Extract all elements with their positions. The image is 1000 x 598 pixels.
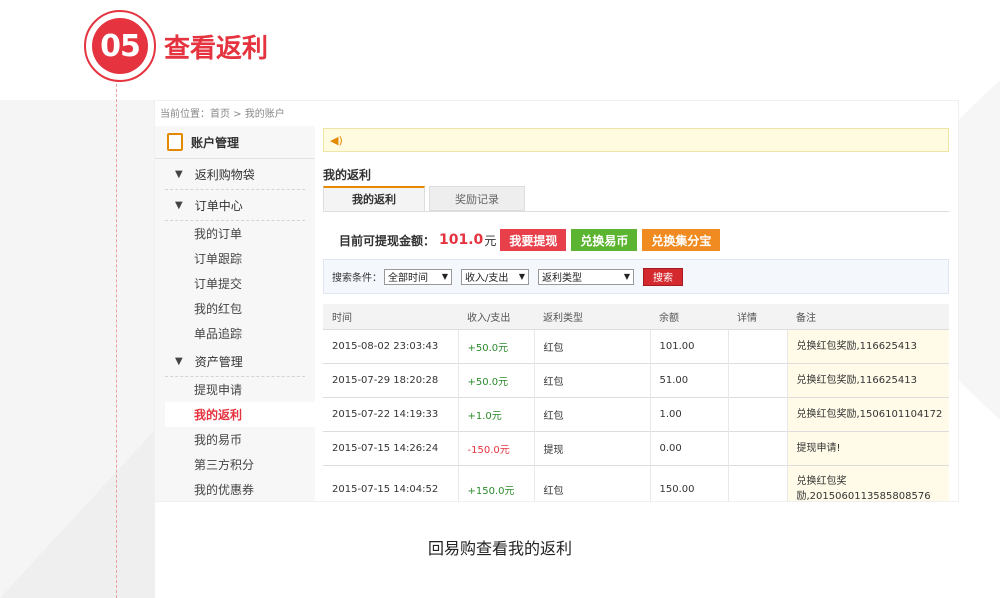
tab-reward-records[interactable]: 奖励记录	[429, 186, 525, 211]
income-expense-value: 收入/支出	[465, 273, 509, 284]
cell-type: 红包	[534, 363, 651, 398]
sidebar-section-label: 订单中心	[194, 198, 243, 213]
cell-details[interactable]	[728, 329, 788, 364]
cell-remark: 兑换红包奖励,1506101104172	[787, 397, 949, 432]
cell-balance: 0.00	[650, 431, 729, 466]
col-remarks: 备注	[787, 304, 949, 330]
col-balance: 余额	[650, 304, 728, 330]
sidebar-header: 账户管理	[155, 126, 315, 159]
col-rebate-type: 返利类型	[534, 304, 650, 330]
cell-balance: 101.00	[650, 329, 729, 364]
sidebar-section-label: 资产管理	[194, 354, 243, 369]
cell-time: 2015-08-02 23:03:43	[323, 329, 459, 364]
cell-details[interactable]	[728, 431, 788, 466]
cell-remark: 兑换红包奖励,116625413	[787, 329, 949, 364]
cell-time: 2015-07-15 14:26:24	[323, 431, 459, 466]
screenshot-panel: 当前位置：首页 > 我的账户 账户管理 ▼ 返利购物袋 ▼ 订单中心 我的订单 …	[155, 101, 958, 501]
step-title: 查看返利	[164, 34, 269, 64]
sidebar-section-orders[interactable]: ▼ 订单中心	[165, 190, 305, 221]
sidebar-item-my-coins[interactable]: 我的易币	[155, 427, 315, 452]
sidebar-item-red-packets[interactable]: 我的红包	[155, 296, 315, 321]
rebate-type-value: 返利类型	[542, 273, 582, 284]
sidebar-item-order-tracking[interactable]: 订单跟踪	[155, 246, 315, 271]
time-range-select[interactable]: 全部时间 ▼	[384, 268, 452, 285]
cell-amount: +150.0元	[458, 465, 535, 501]
sidebar-item-item-tracking[interactable]: 单品追踪	[155, 321, 315, 346]
cell-time: 2015-07-22 14:19:33	[323, 397, 459, 432]
rebate-type-select[interactable]: 返利类型 ▼	[538, 268, 634, 285]
cell-balance: 51.00	[650, 363, 729, 398]
clipboard-icon	[167, 133, 183, 151]
step-number: 05	[92, 18, 148, 74]
col-details: 详情	[728, 304, 787, 330]
triangle-down-icon: ▼	[175, 168, 183, 180]
search-button[interactable]: 搜索	[643, 267, 683, 286]
col-time: 时间	[323, 304, 458, 330]
cell-remark: 兑换红包奖励,116625413	[787, 363, 949, 398]
cell-remark: 提现申请!	[787, 431, 949, 466]
balance-row: 目前可提现金额： 101.0 元 我要提现 兑换易币 兑换集分宝	[339, 229, 725, 251]
section-title: 我的返利	[323, 168, 372, 182]
main-content: ◀) 我的返利 我的返利 奖励记录 目前可提现金额： 101.0 元 我要提现 …	[323, 126, 949, 501]
cell-time: 2015-07-29 18:20:28	[323, 363, 459, 398]
cell-amount: +1.0元	[458, 397, 535, 432]
sidebar-section-label: 返利购物袋	[194, 167, 255, 182]
exchange-coins-button[interactable]: 兑换易币	[571, 229, 638, 251]
cell-amount: +50.0元	[458, 363, 535, 398]
tab-bar: 我的返利 奖励记录	[323, 186, 949, 212]
cell-time: 2015-07-15 14:04:52	[323, 465, 459, 501]
col-income-expense: 收入/支出	[458, 304, 534, 330]
cell-remark: 兑换红包奖励,2015060113585808576	[787, 465, 949, 501]
balance-value: 101.0	[439, 232, 484, 248]
triangle-down-icon: ▼	[175, 199, 183, 211]
time-range-value: 全部时间	[388, 273, 428, 284]
triangle-down-icon: ▼	[175, 355, 183, 367]
cell-balance: 1.00	[650, 397, 729, 432]
table-row: 2015-07-15 14:26:24 -150.0元 提现 0.00 提现申请…	[323, 431, 949, 466]
table-row: 2015-07-15 14:04:52 +150.0元 红包 150.00 兑换…	[323, 465, 949, 501]
sidebar-item-my-coupons[interactable]: 我的优惠券	[155, 477, 315, 501]
dropdown-arrow-icon: ▼	[441, 272, 448, 281]
dropdown-arrow-icon: ▼	[518, 272, 525, 281]
cell-type: 提现	[534, 431, 651, 466]
rebate-table: 时间 收入/支出 返利类型 余额 详情 备注 2015-08-02 23:03:…	[323, 304, 949, 501]
sidebar-section-assets[interactable]: ▼ 资产管理	[165, 346, 305, 377]
timeline-dashed-line	[116, 84, 117, 598]
sidebar-item-my-rebate[interactable]: 我的返利	[165, 402, 315, 427]
balance-unit: 元	[484, 233, 497, 248]
cell-type: 红包	[534, 397, 651, 432]
speaker-icon: ◀)	[330, 133, 343, 147]
table-row: 2015-07-22 14:19:33 +1.0元 红包 1.00 兑换红包奖励…	[323, 397, 949, 432]
step-badge: 05	[84, 10, 156, 82]
cell-details[interactable]	[728, 397, 788, 432]
breadcrumb[interactable]: 当前位置：首页 > 我的账户	[160, 105, 285, 120]
search-bar: 搜索条件： 全部时间 ▼ 收入/支出 ▼ 返利类型 ▼ 搜索	[323, 259, 949, 294]
table-row: 2015-07-29 18:20:28 +50.0元 红包 51.00 兑换红包…	[323, 363, 949, 398]
table-header-row: 时间 收入/支出 返利类型 余额 详情 备注	[323, 304, 949, 330]
sidebar: 账户管理 ▼ 返利购物袋 ▼ 订单中心 我的订单 订单跟踪 订单提交 我的红包 …	[155, 126, 315, 501]
cell-type: 红包	[534, 465, 651, 501]
sidebar-item-my-orders[interactable]: 我的订单	[155, 221, 315, 246]
income-expense-select[interactable]: 收入/支出 ▼	[461, 268, 529, 285]
table-row: 2015-08-02 23:03:43 +50.0元 红包 101.00 兑换红…	[323, 329, 949, 364]
sidebar-item-withdraw-request[interactable]: 提现申请	[155, 377, 315, 402]
cell-type: 红包	[534, 329, 651, 364]
cell-details[interactable]	[728, 465, 788, 501]
withdraw-button[interactable]: 我要提现	[500, 229, 567, 251]
dropdown-arrow-icon: ▼	[623, 272, 630, 281]
notice-bar: ◀)	[323, 128, 949, 152]
cell-amount: -150.0元	[458, 431, 535, 466]
caption: 回易购查看我的返利	[427, 539, 572, 558]
sidebar-section-rebate-bag[interactable]: ▼ 返利购物袋	[165, 159, 305, 190]
exchange-jifenbao-button[interactable]: 兑换集分宝	[642, 229, 721, 251]
sidebar-item-third-party-points[interactable]: 第三方积分	[155, 452, 315, 477]
cell-details[interactable]	[728, 363, 788, 398]
tab-my-rebate[interactable]: 我的返利	[323, 186, 425, 211]
cell-balance: 150.00	[650, 465, 729, 501]
search-label: 搜索条件：	[332, 273, 382, 284]
balance-label: 目前可提现金额：	[339, 233, 436, 248]
sidebar-item-order-submit[interactable]: 订单提交	[155, 271, 315, 296]
cell-amount: +50.0元	[458, 329, 535, 364]
sidebar-header-label: 账户管理	[191, 135, 240, 150]
